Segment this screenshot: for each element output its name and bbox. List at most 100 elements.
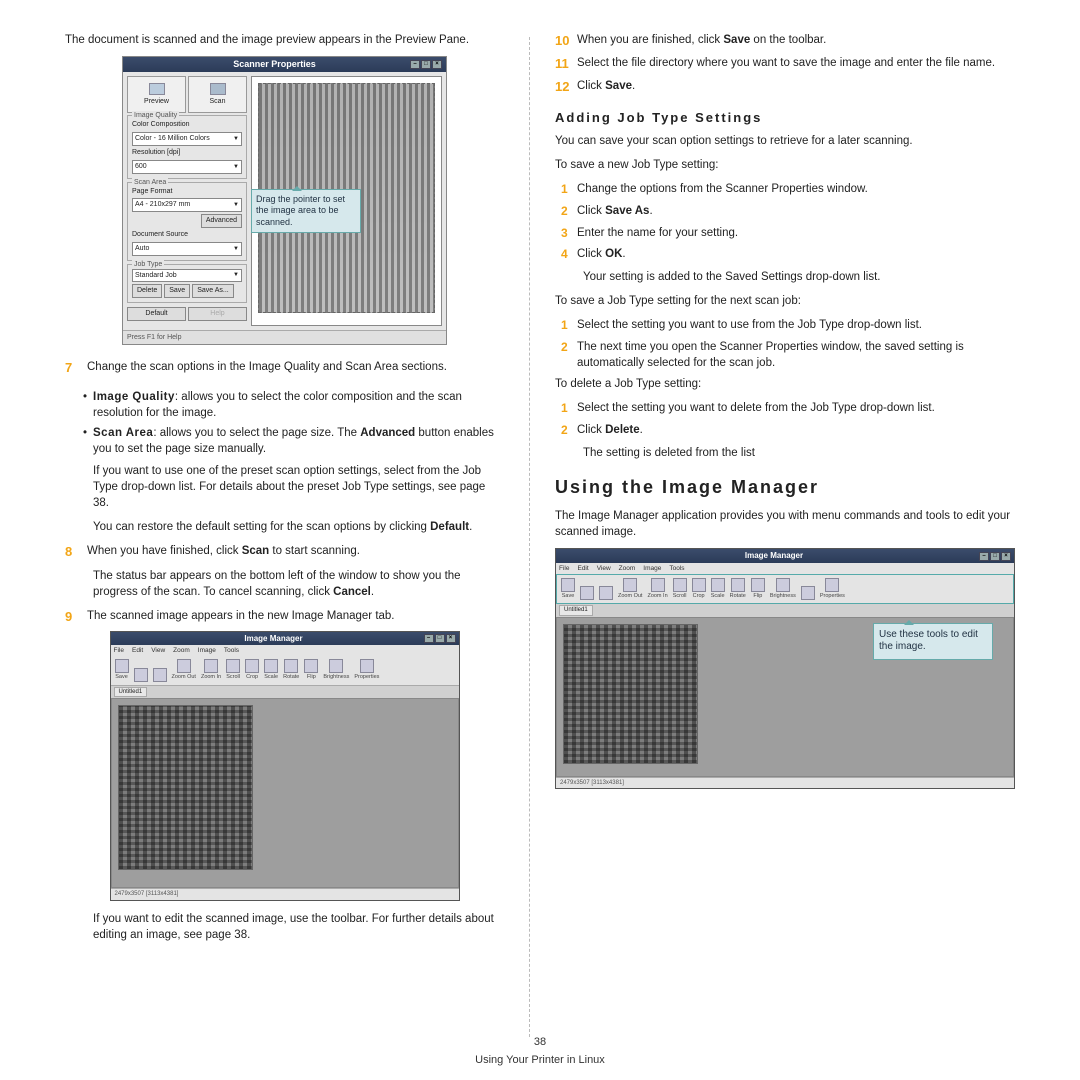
step-number: 11: [555, 55, 577, 73]
tool-scroll[interactable]: Scroll: [673, 578, 687, 601]
step8-p1: The status bar appears on the bottom lef…: [93, 568, 504, 600]
tool-save[interactable]: Save: [115, 659, 129, 682]
minimize-icon[interactable]: –: [410, 60, 420, 69]
im-doc-tab[interactable]: Untitled1: [559, 605, 593, 615]
step-number: 3: [555, 225, 577, 242]
brightness-icon: [329, 659, 343, 673]
step-number: 4: [555, 246, 577, 263]
tool-rotate[interactable]: Rotate: [730, 578, 746, 601]
crop-icon: [245, 659, 259, 673]
tool-scale[interactable]: Scale: [711, 578, 725, 601]
tool-save[interactable]: Save: [561, 578, 575, 601]
close-icon[interactable]: ×: [432, 60, 442, 69]
tool-undo[interactable]: [580, 586, 594, 600]
delete-button[interactable]: Delete: [132, 284, 162, 298]
menu-tools[interactable]: Tools: [669, 564, 684, 573]
tool-zoom-out[interactable]: Zoom Out: [618, 578, 642, 601]
minimize-icon[interactable]: –: [424, 634, 434, 643]
save-button[interactable]: Save: [164, 284, 190, 298]
preview-tab[interactable]: Preview: [127, 76, 186, 114]
tool-zoom-in[interactable]: Zoom In: [647, 578, 667, 601]
im-status: 2479x3507 [3113x4381]: [111, 888, 459, 899]
footer-caption: Using Your Printer in Linux: [0, 1053, 1080, 1068]
im-canvas[interactable]: [111, 698, 459, 888]
step-number: 1: [555, 181, 577, 198]
menu-view[interactable]: View: [151, 646, 165, 655]
default-button[interactable]: Default: [127, 307, 186, 321]
menu-file[interactable]: File: [114, 646, 124, 655]
im-menubar[interactable]: File Edit View Zoom Image Tools: [556, 563, 1014, 574]
chevron-down-icon: ▼: [233, 245, 239, 253]
im-status: 2479x3507 [3113x4381]: [556, 777, 1014, 788]
undo-icon: [134, 668, 148, 682]
step-number: 2: [555, 422, 577, 439]
close-icon[interactable]: ×: [446, 634, 456, 643]
tool-scale[interactable]: Scale: [264, 659, 278, 682]
resolution-select[interactable]: 600▼: [132, 160, 242, 174]
tool-zoom-out[interactable]: Zoom Out: [172, 659, 196, 682]
maximize-icon[interactable]: □: [990, 552, 1000, 561]
menu-image[interactable]: Image: [643, 564, 661, 573]
menu-view[interactable]: View: [597, 564, 611, 573]
im-title: Image Manager: [745, 550, 803, 561]
image-quality-group: Image Quality Color Composition Color - …: [127, 115, 247, 178]
menu-edit[interactable]: Edit: [132, 646, 143, 655]
tool-crop[interactable]: Crop: [692, 578, 706, 601]
callout-scan-area: Drag the pointer to set the image area t…: [251, 189, 361, 233]
step-number: 10: [555, 32, 577, 50]
color-composition-select[interactable]: Color - 16 Million Colors▼: [132, 132, 242, 146]
menu-tools[interactable]: Tools: [224, 646, 239, 655]
step-number: 7: [65, 359, 87, 383]
tool-rotate[interactable]: Rotate: [283, 659, 299, 682]
tool-zoom-in[interactable]: Zoom In: [201, 659, 221, 682]
page-footer: 38 Using Your Printer in Linux: [0, 1035, 1080, 1068]
im-canvas[interactable]: Use these tools to edit the image.: [556, 617, 1014, 777]
step9-text: The scanned image appears in the new Ima…: [87, 608, 504, 626]
scan-area-group: Scan Area Page Format A4 - 210x297 mm▼ A…: [127, 182, 247, 261]
tool-flip[interactable]: Flip: [751, 578, 765, 601]
tool-brightness[interactable]: Brightness: [323, 659, 349, 682]
minimize-icon[interactable]: –: [979, 552, 989, 561]
save-new-intro: To save a new Job Type setting:: [555, 157, 1015, 173]
rotate-icon: [284, 659, 298, 673]
bullet-scan-area: Scan Area: allows you to select the page…: [93, 425, 504, 457]
save-as-button[interactable]: Save As...: [192, 284, 234, 298]
tool-redo[interactable]: [153, 668, 167, 682]
help-button[interactable]: Help: [188, 307, 247, 321]
menu-file[interactable]: File: [559, 564, 569, 573]
im-menubar[interactable]: File Edit View Zoom Image Tools: [111, 645, 459, 656]
scroll-icon: [226, 659, 240, 673]
scanned-image: [563, 624, 698, 764]
tool-undo[interactable]: [134, 668, 148, 682]
maximize-icon[interactable]: □: [435, 634, 445, 643]
scroll-icon: [673, 578, 687, 592]
tool-properties[interactable]: Properties: [820, 578, 845, 601]
close-icon[interactable]: ×: [1001, 552, 1011, 561]
menu-zoom[interactable]: Zoom: [173, 646, 190, 655]
document-source-select[interactable]: Auto▼: [132, 242, 242, 256]
tool-flip[interactable]: Flip: [304, 659, 318, 682]
maximize-icon[interactable]: □: [421, 60, 431, 69]
tool-brightness[interactable]: Brightness: [770, 578, 796, 601]
status-bar: Press F1 for Help: [123, 330, 446, 345]
advanced-button[interactable]: Advanced: [201, 214, 242, 228]
tool-scroll[interactable]: Scroll: [226, 659, 240, 682]
document-source-label: Document Source: [132, 230, 242, 240]
page-format-select[interactable]: A4 - 210x297 mm▼: [132, 198, 242, 212]
redo-icon: [599, 586, 613, 600]
tool-redo[interactable]: [599, 586, 613, 600]
job-type-select[interactable]: Standard Job▼: [132, 269, 242, 283]
menu-edit[interactable]: Edit: [577, 564, 588, 573]
scan-tab[interactable]: Scan: [188, 76, 247, 114]
im-doc-tab[interactable]: Untitled1: [114, 687, 148, 697]
menu-zoom[interactable]: Zoom: [619, 564, 636, 573]
tool-effect[interactable]: [801, 586, 815, 600]
scan-icon: [210, 83, 226, 95]
sn3: Enter the name for your setting.: [577, 225, 1015, 242]
zoom-out-icon: [177, 659, 191, 673]
chevron-down-icon: ▼: [233, 135, 239, 143]
tool-properties[interactable]: Properties: [354, 659, 379, 682]
menu-image[interactable]: Image: [198, 646, 216, 655]
delete-intro: To delete a Job Type setting:: [555, 376, 1015, 392]
tool-crop[interactable]: Crop: [245, 659, 259, 682]
